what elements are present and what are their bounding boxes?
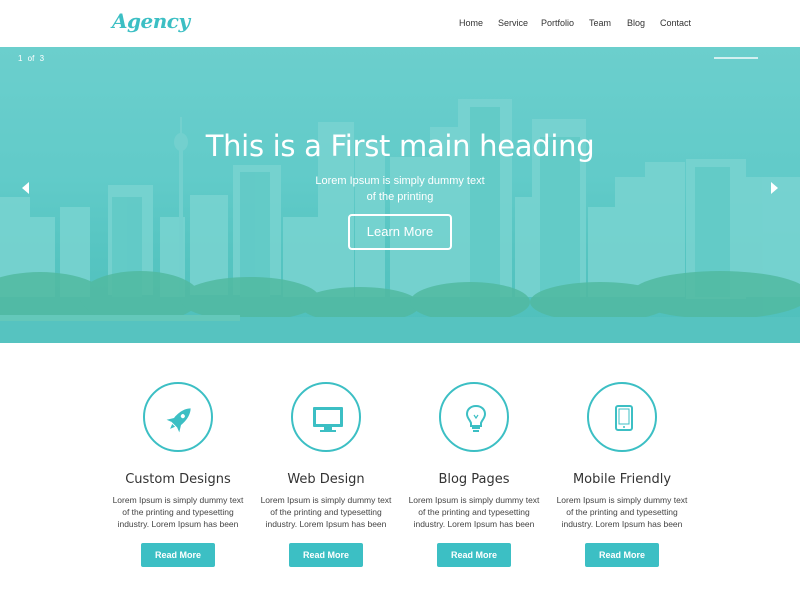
feature-title: Mobile Friendly — [572, 472, 672, 487]
nav-item-team[interactable]: Team — [589, 18, 611, 28]
feature-description-line: Lorem Ipsum is simply dummy text — [408, 495, 540, 505]
nav-item-portfolio[interactable]: Portfolio — [541, 18, 574, 28]
feature-description-line: industry. Lorem Ipsum has been — [561, 519, 683, 529]
feature-description-line: Lorem Ipsum is simply dummy text — [260, 495, 392, 505]
nav-item-blog[interactable]: Blog — [627, 18, 645, 28]
site-logo[interactable]: Agency — [112, 9, 190, 33]
feature-description: Lorem Ipsum is simply dummy text of the … — [255, 494, 397, 530]
hero-slider: 1 of 3 This is a First main heading Lore… — [0, 47, 800, 343]
feature-description-line: industry. Lorem Ipsum has been — [265, 519, 387, 529]
feature-description-line: Lorem Ipsum is simply dummy text — [112, 495, 244, 505]
rocket-icon — [166, 408, 191, 433]
feature-icon-circle — [587, 382, 657, 452]
read-more-button[interactable]: Read More — [585, 543, 659, 567]
feature-description-line: Lorem Ipsum is simply dummy text — [556, 495, 688, 505]
hero-subtitle-line: of the printing — [366, 191, 434, 203]
features-section: Custom Designs Lorem Ipsum is simply dum… — [0, 343, 800, 600]
nav-item-home[interactable]: Home — [459, 18, 483, 28]
site-header: Agency Home Service Portfolio Team Blog … — [0, 0, 800, 47]
feature-icon-circle — [291, 382, 361, 452]
slide-progress-bar — [714, 57, 758, 59]
hero-subtitle-line: Lorem Ipsum is simply dummy text — [315, 175, 485, 187]
hero-subtitle: Lorem Ipsum is simply dummy text of the … — [0, 173, 800, 205]
nav-item-service[interactable]: Service — [498, 18, 528, 28]
read-more-button[interactable]: Read More — [289, 543, 363, 567]
feature-description-line: of the printing and typesetting — [566, 507, 678, 517]
feature-description-line: of the printing and typesetting — [122, 507, 234, 517]
read-more-button[interactable]: Read More — [141, 543, 215, 567]
read-more-button[interactable]: Read More — [437, 543, 511, 567]
feature-description-line: industry. Lorem Ipsum has been — [117, 519, 239, 529]
feature-description-line: of the printing and typesetting — [418, 507, 530, 517]
hero-heading: This is a First main heading — [205, 129, 595, 163]
feature-description: Lorem Ipsum is simply dummy text of the … — [403, 494, 545, 530]
slide-counter: 1 of 3 — [18, 54, 45, 63]
monitor-icon — [313, 407, 343, 432]
feature-description-line: industry. Lorem Ipsum has been — [413, 519, 535, 529]
lightbulb-icon — [465, 404, 487, 432]
feature-description: Lorem Ipsum is simply dummy text of the … — [107, 494, 249, 530]
learn-more-button[interactable]: Learn More — [348, 214, 452, 250]
tablet-icon — [615, 405, 633, 431]
feature-icon-circle — [439, 382, 509, 452]
feature-description: Lorem Ipsum is simply dummy text of the … — [551, 494, 693, 530]
feature-description-line: of the printing and typesetting — [270, 507, 382, 517]
feature-icon-circle — [143, 382, 213, 452]
nav-item-contact[interactable]: Contact — [660, 18, 691, 28]
